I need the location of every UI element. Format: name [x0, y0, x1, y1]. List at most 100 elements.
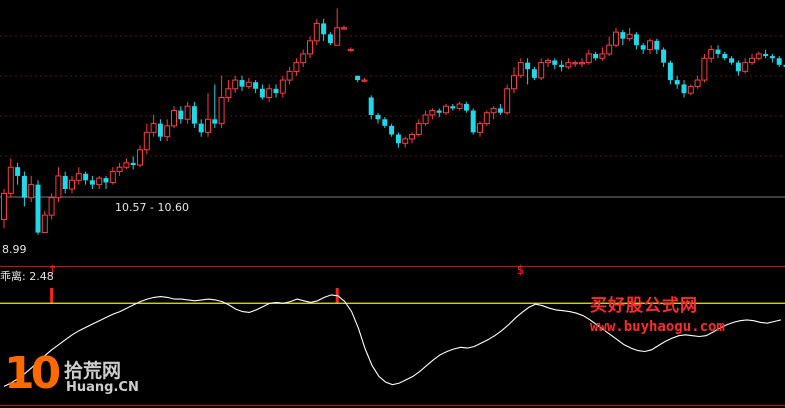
logo-mark: 10 拾荒网 Huang.CN	[4, 350, 144, 406]
candle	[300, 49, 307, 67]
candle	[137, 145, 143, 168]
candle	[253, 80, 259, 94]
candle	[545, 58, 551, 67]
candle	[708, 45, 715, 63]
candle	[109, 167, 116, 185]
candle	[7, 158, 14, 198]
candle	[606, 36, 613, 57]
candle	[517, 58, 524, 78]
candle	[593, 51, 599, 61]
candle	[205, 93, 211, 137]
candle	[525, 58, 531, 85]
candle	[572, 60, 579, 67]
candle	[776, 56, 782, 67]
candle	[375, 112, 381, 124]
candle	[579, 58, 585, 67]
candle	[293, 58, 300, 76]
candle	[661, 47, 667, 67]
candle	[184, 101, 191, 124]
candle	[755, 51, 762, 61]
candle	[279, 75, 286, 98]
candle	[171, 106, 177, 128]
candle	[218, 75, 225, 128]
candle	[749, 53, 755, 65]
candle	[69, 175, 75, 194]
candle	[313, 19, 320, 46]
candle	[307, 36, 313, 59]
candle	[463, 101, 469, 113]
candle	[552, 58, 558, 70]
candle	[15, 162, 21, 185]
candle	[178, 106, 184, 124]
watermark-url: www.buyhaogu.com	[590, 319, 725, 335]
candle	[259, 84, 265, 100]
low-price-label: 8.99	[2, 243, 27, 256]
candle	[633, 32, 639, 50]
candle	[21, 171, 27, 207]
candle	[674, 75, 680, 89]
candle	[62, 171, 68, 194]
candle	[191, 101, 197, 128]
candle	[769, 53, 775, 63]
candle	[266, 84, 273, 102]
candle	[409, 132, 415, 144]
logo-en-text: Huang.CN	[66, 380, 139, 395]
candle	[341, 25, 347, 30]
candle	[164, 119, 171, 142]
candle	[157, 119, 163, 142]
candle	[504, 84, 511, 115]
candle	[456, 101, 463, 111]
candle	[389, 123, 395, 137]
candle	[382, 117, 388, 128]
range-label: 10.57 - 10.60	[115, 201, 189, 214]
indicator-name: 乖离	[0, 270, 22, 283]
grid-lines	[0, 35, 785, 198]
candle	[55, 167, 62, 203]
candle	[286, 67, 293, 85]
candle	[48, 193, 55, 220]
candle	[429, 108, 436, 120]
candle	[477, 121, 483, 137]
candle	[470, 108, 476, 135]
candle	[143, 123, 150, 155]
candle	[232, 75, 239, 94]
candle	[681, 80, 687, 98]
signal-mark: $	[517, 263, 525, 277]
candle	[715, 45, 721, 59]
logo-number: 10	[4, 348, 61, 399]
candle	[667, 60, 673, 85]
candle	[75, 167, 82, 185]
candle	[620, 29, 626, 46]
indicator-label: 乖离: 2.48	[0, 270, 54, 283]
candle	[130, 156, 136, 170]
logo-cn-text: 拾荒网	[64, 360, 122, 382]
candle	[742, 58, 749, 74]
candle	[531, 67, 537, 81]
candle	[640, 43, 646, 54]
candle	[355, 75, 361, 83]
candle	[585, 49, 592, 65]
candle	[443, 104, 449, 115]
candle	[96, 175, 103, 189]
signal-bar	[50, 288, 54, 304]
candle	[613, 27, 619, 48]
candle	[361, 77, 368, 83]
candle	[402, 136, 409, 148]
indicator-value: 2.48	[29, 270, 54, 283]
candle	[239, 75, 245, 91]
candle	[28, 175, 35, 203]
candle	[654, 38, 660, 54]
candle	[599, 47, 606, 61]
candle	[1, 189, 7, 229]
candle	[198, 119, 204, 137]
candle	[35, 180, 41, 235]
candle	[116, 162, 123, 176]
candle	[538, 58, 545, 81]
candle	[225, 80, 232, 102]
candle	[565, 58, 572, 70]
candle	[212, 84, 218, 128]
candle	[395, 132, 401, 148]
candle	[701, 53, 708, 83]
candle	[347, 47, 354, 52]
candle	[694, 75, 701, 89]
